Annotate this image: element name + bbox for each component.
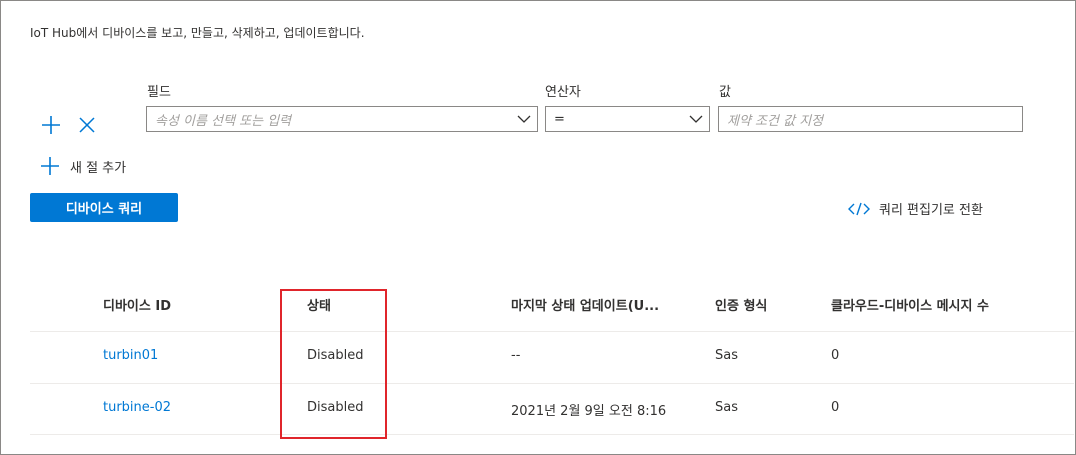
switch-editor-label: 쿼리 편집기로 전환	[879, 203, 983, 218]
device-id-link[interactable]: turbin01	[103, 348, 158, 363]
chevron-down-icon	[683, 107, 709, 131]
plus-icon[interactable]	[39, 113, 63, 137]
row-divider	[30, 331, 1074, 332]
field-label: 필드	[147, 85, 171, 100]
column-header-c2d-message-count[interactable]: 클라우드-디바이스 메시지 수	[831, 295, 989, 314]
status-column-highlight	[280, 289, 387, 439]
last-update-cell: 2021년 2월 9일 오전 8:16	[511, 404, 667, 419]
auth-type-cell: Sas	[715, 400, 738, 415]
operator-select[interactable]: =	[545, 106, 710, 132]
operator-label: 연산자	[545, 85, 581, 100]
value-label: 값	[719, 85, 731, 100]
column-header-last-status-update[interactable]: 마지막 상태 업데이트(U...	[511, 295, 659, 314]
value-input[interactable]: 제약 조건 값 지정	[718, 106, 1023, 132]
code-icon	[848, 202, 870, 216]
device-id-link[interactable]: turbine-02	[103, 400, 171, 415]
add-clause-button[interactable]: 새 절 추가	[40, 155, 126, 177]
query-devices-button[interactable]: 디바이스 쿼리	[30, 193, 178, 222]
c2d-count-cell: 0	[831, 400, 840, 415]
switch-to-query-editor-link[interactable]: 쿼리 편집기로 전환	[848, 199, 983, 218]
row-divider	[30, 434, 1074, 435]
column-header-device-id[interactable]: 디바이스 ID	[103, 295, 171, 314]
page-description: IoT Hub에서 디바이스를 보고, 만들고, 삭제하고, 업데이트합니다.	[30, 26, 365, 40]
c2d-count-cell: 0	[831, 348, 840, 363]
close-icon[interactable]	[75, 113, 99, 137]
field-select[interactable]: 속성 이름 선택 또는 입력	[146, 106, 538, 132]
operator-value: =	[554, 111, 565, 127]
chevron-down-icon	[511, 107, 537, 131]
column-header-auth-type[interactable]: 인증 형식	[715, 295, 767, 314]
row-divider	[30, 383, 1074, 384]
value-placeholder: 제약 조건 값 지정	[727, 113, 824, 129]
last-update-cell: --	[511, 348, 521, 363]
add-clause-label: 새 절 추가	[70, 160, 127, 176]
auth-type-cell: Sas	[715, 348, 738, 363]
plus-icon	[40, 156, 60, 176]
field-placeholder: 속성 이름 선택 또는 입력	[155, 113, 292, 129]
panel	[0, 0, 1076, 455]
